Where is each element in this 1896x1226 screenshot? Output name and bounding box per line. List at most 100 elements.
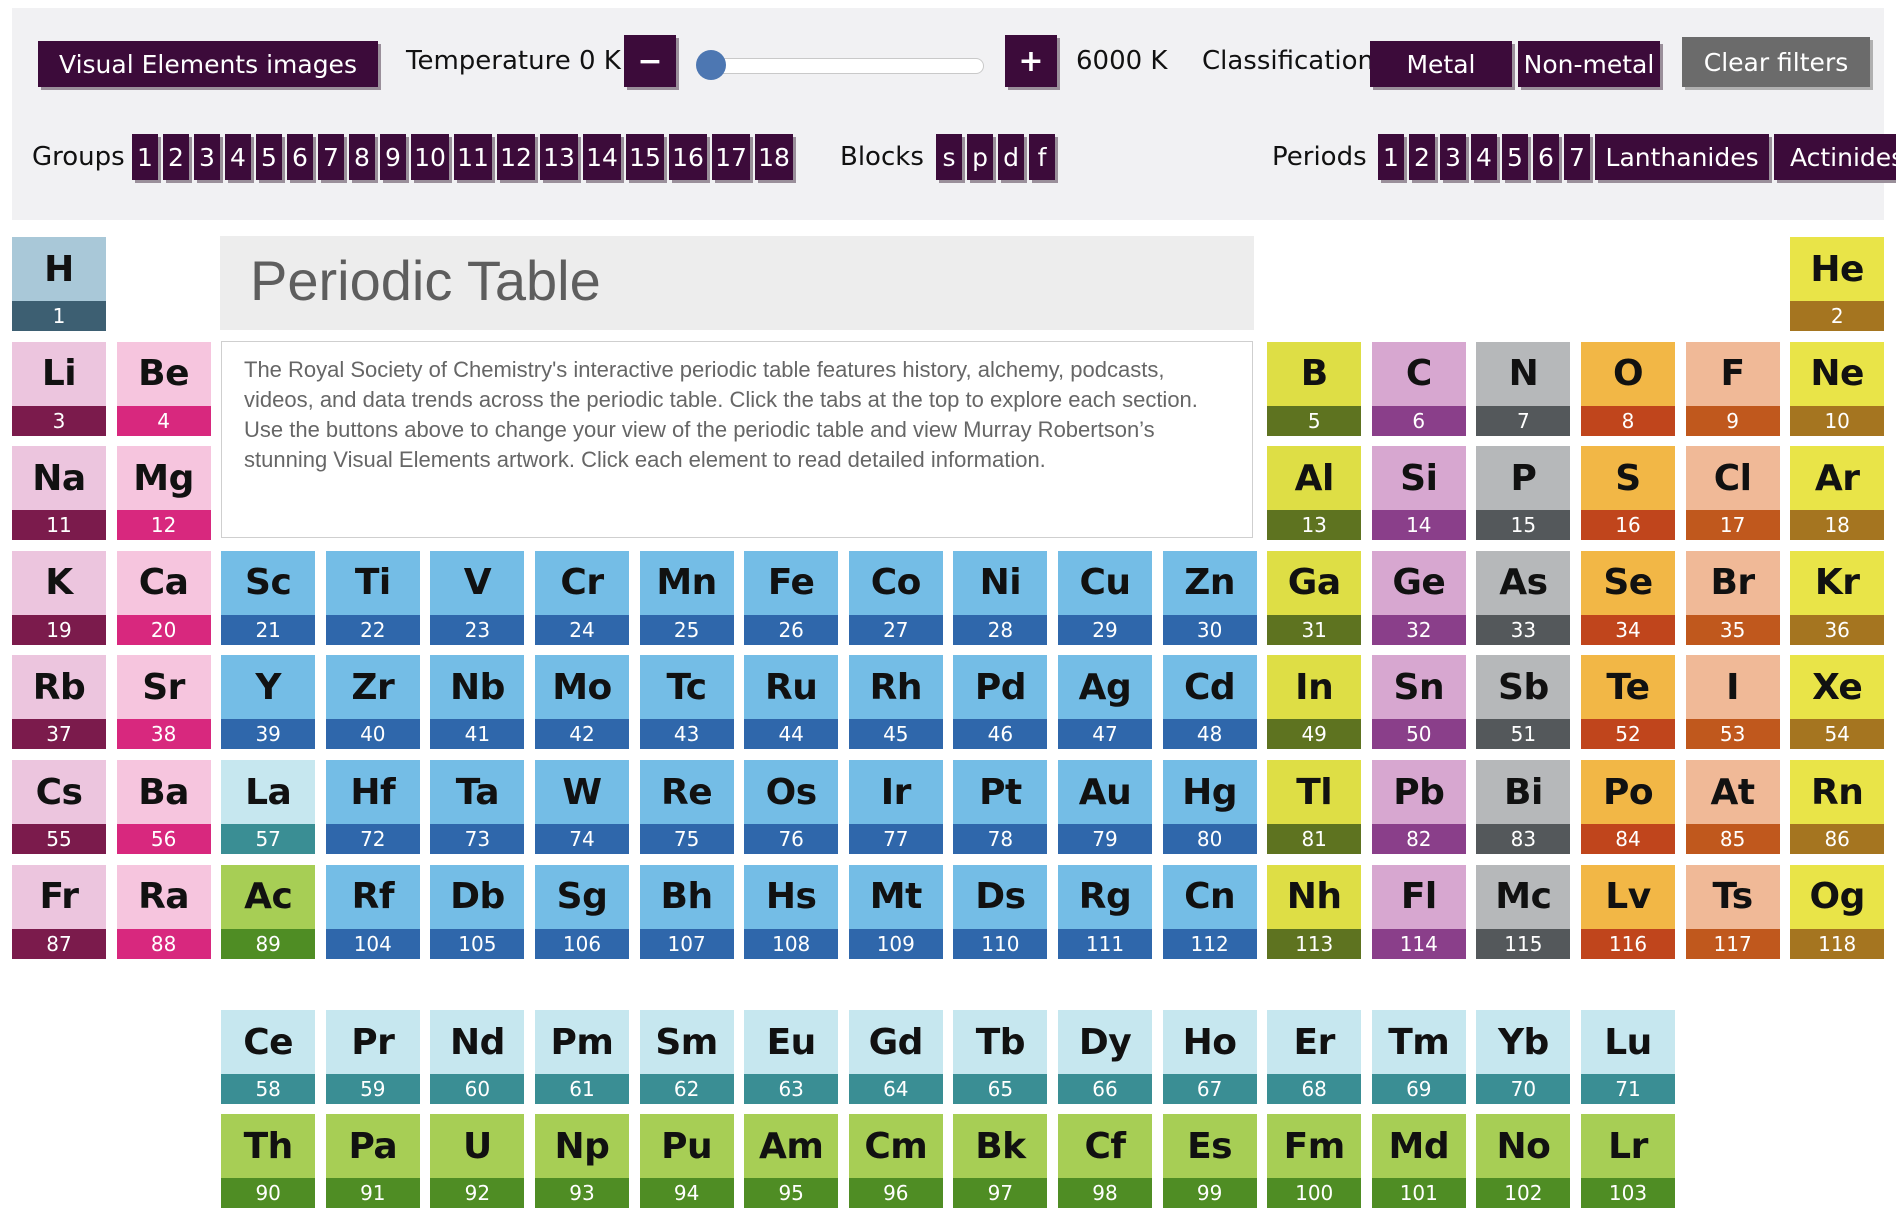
element-tile-sb[interactable]: Sb 51 [1476,655,1571,750]
group-button-5[interactable]: 5 [256,134,282,180]
group-button-9[interactable]: 9 [380,134,406,180]
block-button-p[interactable]: p [967,134,993,180]
element-tile-cu[interactable]: Cu 29 [1058,550,1152,645]
element-tile-u[interactable]: U 92 [430,1114,525,1208]
group-button-17[interactable]: 17 [712,134,750,180]
element-tile-gd[interactable]: Gd 64 [848,1010,943,1104]
element-tile-mo[interactable]: Mo 42 [535,655,629,750]
element-tile-ds[interactable]: Ds 110 [953,864,1048,959]
element-tile-p[interactable]: P 15 [1476,446,1571,541]
element-tile-pb[interactable]: Pb 82 [1371,760,1466,854]
element-tile-br[interactable]: Br 35 [1685,550,1780,645]
element-tile-la[interactable]: La 57 [221,760,316,854]
element-tile-li[interactable]: Li 3 [12,341,106,436]
period-button-3[interactable]: 3 [1440,134,1466,180]
element-tile-xe[interactable]: Xe 54 [1790,655,1885,750]
element-tile-cd[interactable]: Cd 48 [1162,655,1257,750]
element-tile-si[interactable]: Si 14 [1371,446,1466,541]
element-tile-nb[interactable]: Nb 41 [430,655,525,750]
element-tile-v[interactable]: V 23 [430,550,525,645]
element-tile-os[interactable]: Os 76 [744,760,839,854]
element-tile-pt[interactable]: Pt 78 [953,760,1048,854]
element-tile-se[interactable]: Se 34 [1581,550,1675,645]
element-tile-ca[interactable]: Ca 20 [116,550,211,645]
element-tile-lv[interactable]: Lv 116 [1581,864,1675,959]
element-tile-mc[interactable]: Mc 115 [1476,864,1571,959]
metal-filter-button[interactable]: Metal [1370,41,1512,87]
period-button-2[interactable]: 2 [1409,134,1435,180]
element-tile-b[interactable]: B5 [1267,341,1362,436]
element-tile-nd[interactable]: Nd 60 [430,1010,525,1104]
element-tile-tb[interactable]: Tb 65 [953,1010,1048,1104]
period-button-5[interactable]: 5 [1502,134,1528,180]
element-tile-eu[interactable]: Eu 63 [744,1010,839,1104]
element-tile-fl[interactable]: Fl 114 [1371,864,1466,959]
element-tile-fr[interactable]: Fr 87 [12,864,106,959]
element-tile-al[interactable]: Al 13 [1267,446,1362,541]
group-button-11[interactable]: 11 [454,134,492,180]
element-tile-at[interactable]: At 85 [1685,760,1780,854]
element-tile-c[interactable]: C6 [1371,341,1466,436]
element-tile-o[interactable]: O8 [1581,341,1675,436]
element-tile-cn[interactable]: Cn 112 [1162,864,1257,959]
element-tile-tm[interactable]: Tm 69 [1371,1010,1466,1104]
element-tile-nh[interactable]: Nh 113 [1267,864,1362,959]
element-tile-in[interactable]: In 49 [1267,655,1362,750]
element-tile-sc[interactable]: Sc 21 [221,550,316,645]
element-tile-ti[interactable]: Ti 22 [325,550,420,645]
group-button-3[interactable]: 3 [194,134,220,180]
element-tile-pr[interactable]: Pr 59 [325,1010,420,1104]
element-tile-es[interactable]: Es 99 [1162,1114,1257,1208]
element-tile-w[interactable]: W 74 [535,760,629,854]
element-tile-bk[interactable]: Bk 97 [953,1114,1048,1208]
element-tile-hs[interactable]: Hs 108 [744,864,839,959]
element-tile-sn[interactable]: Sn 50 [1371,655,1466,750]
element-tile-ir[interactable]: Ir 77 [848,760,943,854]
element-tile-po[interactable]: Po 84 [1581,760,1675,854]
element-tile-rg[interactable]: Rg 111 [1058,864,1152,959]
element-tile-ts[interactable]: Ts 117 [1685,864,1780,959]
group-button-10[interactable]: 10 [411,134,449,180]
element-tile-hg[interactable]: Hg 80 [1162,760,1257,854]
period-button-lanthanides[interactable]: Lanthanides [1595,134,1770,180]
element-tile-cm[interactable]: Cm 96 [848,1114,943,1208]
element-tile-be[interactable]: Be 4 [116,341,211,436]
temperature-increase-button[interactable]: + [1005,35,1057,87]
element-tile-yb[interactable]: Yb 70 [1476,1010,1571,1104]
element-tile-hf[interactable]: Hf 72 [325,760,420,854]
element-tile-cf[interactable]: Cf 98 [1058,1114,1152,1208]
element-tile-rn[interactable]: Rn 86 [1790,760,1885,854]
element-tile-ra[interactable]: Ra 88 [116,864,211,959]
block-button-d[interactable]: d [998,134,1024,180]
group-button-15[interactable]: 15 [626,134,664,180]
group-button-16[interactable]: 16 [669,134,707,180]
element-tile-lu[interactable]: Lu 71 [1581,1010,1675,1104]
element-tile-ba[interactable]: Ba 56 [116,760,211,854]
element-tile-cl[interactable]: Cl 17 [1685,446,1780,541]
element-tile-sr[interactable]: Sr 38 [116,655,211,750]
element-tile-ac[interactable]: Ac 89 [221,864,316,959]
element-tile-te[interactable]: Te 52 [1581,655,1675,750]
group-button-6[interactable]: 6 [287,134,313,180]
element-tile-fe[interactable]: Fe 26 [744,550,839,645]
group-button-14[interactable]: 14 [583,134,621,180]
element-tile-cr[interactable]: Cr 24 [535,550,629,645]
period-button-6[interactable]: 6 [1533,134,1559,180]
element-tile-au[interactable]: Au 79 [1058,760,1152,854]
element-tile-cs[interactable]: Cs 55 [12,760,106,854]
clear-filters-button[interactable]: Clear filters [1682,37,1870,87]
element-tile-ge[interactable]: Ge 32 [1371,550,1466,645]
element-tile-h[interactable]: H1 [12,237,106,331]
element-tile-pd[interactable]: Pd 46 [953,655,1048,750]
element-tile-n[interactable]: N7 [1476,341,1571,436]
element-tile-bi[interactable]: Bi 83 [1476,760,1571,854]
element-tile-he[interactable]: He 2 [1790,237,1885,331]
element-tile-mt[interactable]: Mt 109 [848,864,943,959]
group-button-4[interactable]: 4 [225,134,251,180]
period-button-7[interactable]: 7 [1564,134,1590,180]
element-tile-re[interactable]: Re 75 [639,760,734,854]
period-button-1[interactable]: 1 [1378,134,1404,180]
element-tile-er[interactable]: Er 68 [1267,1010,1362,1104]
element-tile-ga[interactable]: Ga 31 [1267,550,1362,645]
element-tile-am[interactable]: Am 95 [744,1114,839,1208]
